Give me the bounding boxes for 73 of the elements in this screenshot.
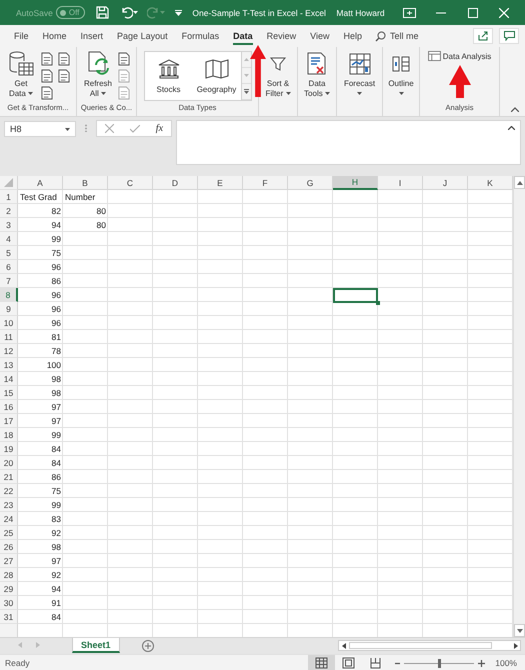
table-cell-text: 78 <box>50 345 62 358</box>
table-cell-text: 96 <box>50 303 62 316</box>
ribbon-button[interactable]: Get Data <box>6 50 36 99</box>
table-cell-text: 97 <box>50 555 62 568</box>
table-cell-text: 84 <box>50 611 62 624</box>
ribbon-tab[interactable]: File <box>14 28 29 44</box>
ribbon-tab[interactable]: Page Layout <box>117 28 168 44</box>
data-analysis-button[interactable]: Data Analysis <box>428 51 492 61</box>
data-type-item[interactable]: Geography <box>192 52 240 100</box>
table-cell-text: 80 <box>96 205 107 218</box>
table-cell-text: 83 <box>50 513 62 526</box>
table-cell-text: 84 <box>50 443 62 456</box>
table-cell-text: 75 <box>50 247 62 260</box>
ribbon-button[interactable]: Refresh All <box>82 50 113 99</box>
ribbon-tab[interactable]: Review <box>266 28 296 44</box>
column-header[interactable]: F <box>243 176 288 190</box>
ribbon-button[interactable]: Sort & Filter <box>263 50 293 99</box>
table-cell-text: 94 <box>50 583 62 596</box>
table-cell-text: 98 <box>50 373 62 386</box>
table-cell-text: 97 <box>50 415 62 428</box>
window-title: One-Sample T-Test in Excel - Excel <box>192 8 324 18</box>
table-cell-text: 84 <box>50 457 62 470</box>
ribbon-tab[interactable]: Home <box>42 28 67 44</box>
tell-me-field[interactable]: Tell me <box>390 31 419 41</box>
table-cell-text: 82 <box>50 205 62 218</box>
column-header[interactable]: D <box>153 176 198 190</box>
table-cell-text: 91 <box>50 597 62 610</box>
autosave-label: AutoSave <box>16 8 53 18</box>
zoom-level: 100% <box>495 658 517 668</box>
table-cell-text: 92 <box>50 569 62 582</box>
table-cell-text: 98 <box>50 387 62 400</box>
table-cell-text: 81 <box>50 331 62 344</box>
table-cell-text: 86 <box>50 275 62 288</box>
table-cell-text: 86 <box>50 471 62 484</box>
table-cell-text: 99 <box>50 499 62 512</box>
column-header[interactable]: I <box>378 176 423 190</box>
table-cell-text: 75 <box>50 485 62 498</box>
column-header[interactable]: B <box>63 176 108 190</box>
ribbon-button[interactable]: Outline <box>386 50 416 99</box>
user-name: Matt Howard <box>336 8 385 18</box>
table-cell-text: 94 <box>50 219 62 232</box>
ribbon-tab[interactable]: Insert <box>80 28 104 44</box>
sheet-tab[interactable]: Sheet1 <box>72 638 120 653</box>
ribbon-tab[interactable]: View <box>310 28 330 44</box>
table-cell-text: 80 <box>96 219 107 232</box>
table-cell-text: 99 <box>50 429 62 442</box>
column-header[interactable]: G <box>288 176 333 190</box>
table-cell-text: 92 <box>50 527 62 540</box>
column-header[interactable]: H <box>333 176 378 190</box>
table-cell-text: 96 <box>50 289 62 302</box>
column-header[interactable]: A <box>18 176 63 190</box>
ribbon-tab[interactable]: Data <box>233 28 253 44</box>
data-type-item[interactable]: Stocks <box>144 52 192 100</box>
table-cell-text: 96 <box>50 317 62 330</box>
ribbon-button[interactable]: Data Tools <box>302 50 332 99</box>
table-cell-text: 97 <box>50 401 62 414</box>
ribbon-tab[interactable]: Help <box>344 28 362 44</box>
table-cell-text: 96 <box>50 261 62 274</box>
status-text: Ready <box>5 658 30 668</box>
table-cell-text: 98 <box>50 541 62 554</box>
ribbon-button[interactable]: Forecast <box>342 50 376 99</box>
name-box[interactable]: H8 <box>4 121 76 137</box>
ribbon-tab[interactable]: Formulas <box>182 28 220 44</box>
column-header[interactable]: E <box>198 176 243 190</box>
table-cell-text: 99 <box>50 233 62 246</box>
insert-function-button[interactable]: fx <box>156 123 164 134</box>
table-cell-text: 100 <box>46 359 62 372</box>
table-cell-text: Number <box>64 191 96 204</box>
column-header[interactable]: C <box>108 176 153 190</box>
table-cell-text: Test Grad <box>19 191 58 204</box>
column-header[interactable]: J <box>423 176 468 190</box>
row-header[interactable]: 8 <box>0 288 18 302</box>
column-header[interactable]: K <box>468 176 513 190</box>
